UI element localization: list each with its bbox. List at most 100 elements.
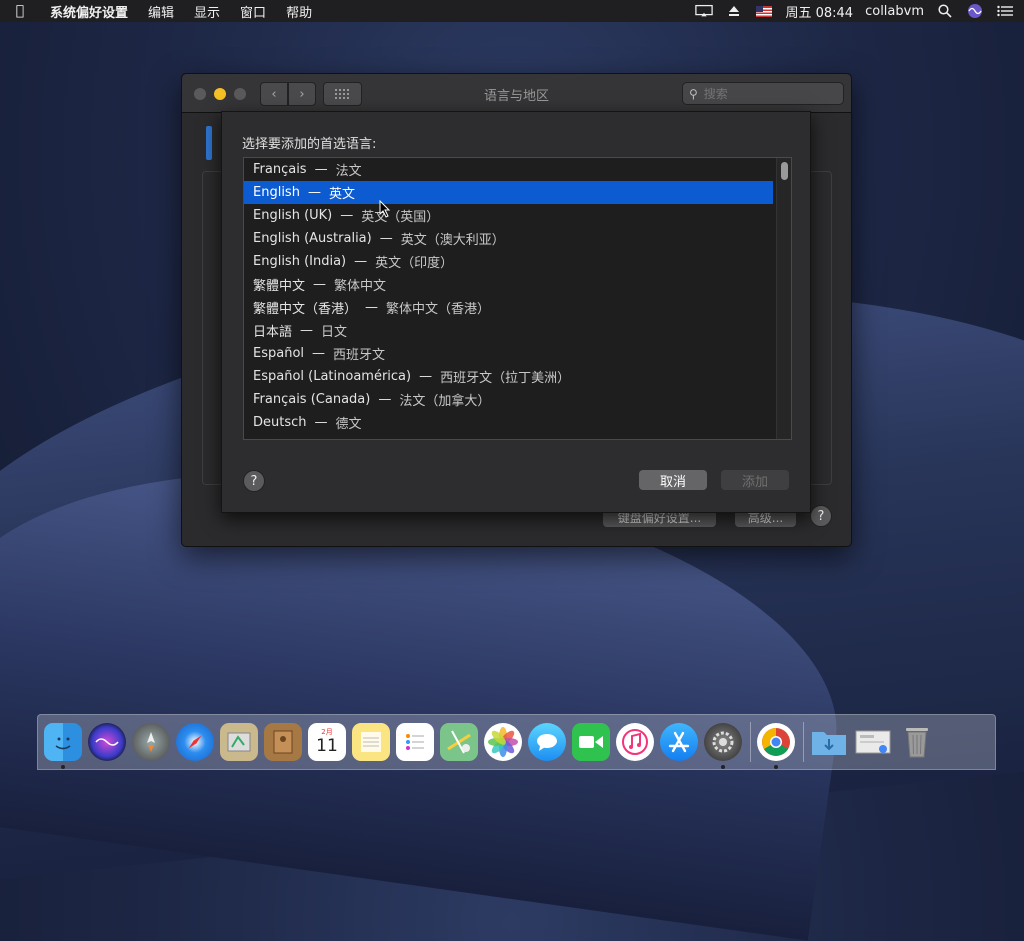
language-name: 日本語 [253,325,293,340]
preferred-languages-list-edge [206,126,212,160]
itunes-icon[interactable] [616,723,654,761]
language-row[interactable]: Español — 西班牙文 [244,342,773,365]
separator-dash: — [365,300,379,315]
window-titlebar: ‹ › 语言与地区 ⚲ [182,74,851,113]
separator-dash: — [379,231,393,246]
language-translation: 繁体中文（香港） [386,302,491,317]
downloads-folder-icon[interactable] [810,723,848,761]
language-name: Español [253,346,305,361]
language-row[interactable]: Español (Latinoamérica) — 西班牙文（拉丁美洲） [244,365,773,388]
language-row[interactable]: English (Australia) — 英文（澳大利亚） [244,227,773,250]
eject-icon[interactable] [725,4,743,18]
language-translation: 法文（加拿大） [399,394,491,409]
messages-icon[interactable] [528,723,566,761]
separator-dash: — [312,346,326,361]
facetime-icon[interactable] [572,723,610,761]
siri-icon[interactable] [966,4,984,18]
apple-menu-icon[interactable]:  [0,3,40,19]
separator-dash: — [354,254,368,269]
us-flag-input-icon[interactable] [755,4,773,18]
language-row[interactable]: English (India) — 英文（印度） [244,250,773,273]
menu-window[interactable]: 窗口 [230,2,276,21]
app-store-icon[interactable] [660,723,698,761]
language-row[interactable]: 繁體中文 — 繁体中文 [244,273,773,296]
maps-icon[interactable] [440,723,478,761]
language-translation: 英文（澳大利亚） [400,233,505,248]
system-preferences-icon[interactable] [704,723,742,769]
calendar-month: 2月 [321,728,333,736]
airplay-display-icon[interactable] [695,4,714,18]
language-translation: 西班牙文 [333,348,386,363]
notification-center-icon[interactable] [996,4,1014,18]
separator-dash: — [300,323,314,338]
notes-icon[interactable] [352,723,390,761]
scrollbar-thumb[interactable] [781,162,788,180]
language-name: Français [253,162,307,177]
launchpad-icon[interactable] [132,723,170,761]
chrome-icon[interactable] [757,723,795,769]
running-indicator [721,765,725,769]
cancel-button[interactable]: 取消 [639,470,707,490]
add-button[interactable]: 添加 [721,470,789,490]
language-translation: 繁体中文 [334,279,387,294]
calendar-icon[interactable]: 2月 11 [308,723,346,761]
language-translation: 英文（英国） [361,210,440,225]
search-field[interactable]: ⚲ [682,82,844,105]
language-row[interactable]: 繁體中文（香港） — 繁体中文（香港） [244,296,773,319]
sheet-help-button[interactable]: ? [243,470,265,492]
search-input[interactable] [701,85,826,102]
language-row[interactable]: Deutsch — 德文 [244,411,773,434]
recent-documents-stack-icon[interactable] [854,723,892,761]
add-language-sheet: 选择要添加的首选语言: Français — 法文 English — 英文 English… [221,111,811,513]
photos-icon[interactable] [484,723,522,761]
dock: 2月 11 [37,714,996,770]
menu-help[interactable]: 帮助 [276,2,322,21]
running-indicator [774,765,778,769]
menu-view[interactable]: 显示 [184,2,230,21]
dock-separator [803,722,804,762]
separator-dash: — [314,415,328,430]
clock[interactable]: 周五 08:44 [785,2,853,21]
dock-separator [750,722,751,762]
question-icon: ? [250,473,258,489]
language-name: Deutsch [253,415,307,430]
window-help-button[interactable]: ? [810,505,832,527]
sheet-title: 选择要添加的首选语言: [242,137,377,152]
separator-dash: — [340,208,354,223]
user-name[interactable]: collabvm [865,4,924,19]
running-indicator [61,765,65,769]
mail-icon[interactable] [220,723,258,761]
language-translation: 英文（印度） [375,256,454,271]
menu-bar:  系统偏好设置 编辑 显示 窗口 帮助 周五 08:44 collabvm [0,0,1024,22]
separator-dash: — [378,392,392,407]
language-translation: 日文 [321,325,348,340]
safari-icon[interactable] [176,723,214,761]
language-translation: 法文 [335,164,362,179]
language-row[interactable]: English (UK) — 英文（英国） [244,204,773,227]
language-row[interactable]: English — 英文 [244,181,773,204]
mouse-cursor-icon [379,200,391,218]
language-row[interactable]: Français — 法文 [244,158,773,181]
spotlight-search-icon[interactable] [936,4,954,18]
language-row[interactable]: 日本語 — 日文 [244,319,773,342]
language-list[interactable]: Français — 法文 English — 英文 English (UK) — 英文（英国）… [243,157,792,440]
separator-dash: — [419,369,433,384]
language-translation: 德文 [335,417,362,432]
reminders-icon[interactable] [396,723,434,761]
language-name: 繁體中文（香港） [253,302,358,317]
language-name: English [253,185,300,200]
separator-dash: — [314,162,328,177]
separator-dash: — [307,185,321,200]
contacts-icon[interactable] [264,723,302,761]
language-name: Français (Canada) [253,392,371,407]
menu-edit[interactable]: 编辑 [138,2,184,21]
finder-icon[interactable] [44,723,82,769]
language-list-scrollbar[interactable] [776,158,791,439]
question-icon: ? [817,508,825,524]
siri-icon[interactable] [88,723,126,761]
language-row[interactable]: Français (Canada) — 法文（加拿大） [244,388,773,411]
language-name: English (Australia) [253,231,372,246]
trash-icon[interactable] [898,723,936,761]
language-name: English (UK) [253,208,333,223]
menu-app-name[interactable]: 系统偏好设置 [40,2,138,21]
